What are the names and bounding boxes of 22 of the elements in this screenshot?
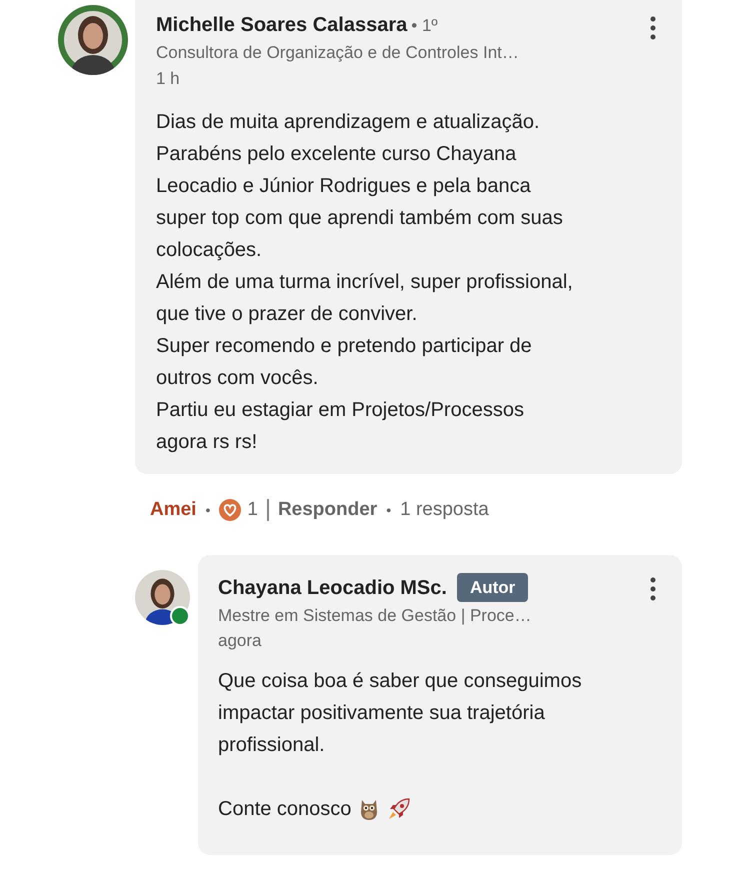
- reply-text: Conte conosco: [218, 796, 352, 822]
- comment-time: 1 h: [156, 68, 181, 90]
- reply-link[interactable]: Responder: [278, 496, 378, 524]
- reaction-link[interactable]: Amei: [150, 496, 196, 524]
- replies-count[interactable]: 1 resposta: [400, 496, 489, 524]
- reply-text: Que coisa boa é saber que conseguimos impactar positivamente sua trajetória profissional.: [218, 668, 582, 758]
- connection-degree: • 1º: [411, 15, 438, 37]
- separator-dot: •: [205, 500, 210, 520]
- author-name[interactable]: Chayana Leocadio MSc.: [218, 572, 447, 602]
- owl-icon: [359, 798, 380, 820]
- author-headline: Consultora de Organização e de Controles Int…: [156, 42, 519, 64]
- separator-dot: •: [386, 500, 392, 520]
- rocket-icon: [387, 796, 412, 820]
- heart-reaction-icon: [219, 499, 242, 522]
- author-headline: Mestre em Sistemas de Gestão | Proce…: [218, 604, 532, 627]
- more-options-icon[interactable]: [650, 576, 656, 600]
- author-badge: Autor: [456, 572, 528, 602]
- comment-text: Dias de muita aprendizagem e atualização. Parabéns pelo excelente curso Chayana Leocadio e Júnior Rodrigues e pela banca super top com que aprendi também com suas colocações. Além de uma turma incrível, super profissional, que tive o prazer de conviver. Super recomendo e pretendo participar de outros com vocês. Partiu eu estagiar em Projetos/Processos agora rs rs!: [156, 110, 574, 455]
- more-options-icon[interactable]: [650, 16, 656, 40]
- author-name[interactable]: Michelle Soares Calassara: [156, 10, 408, 40]
- reaction-count: 1: [247, 498, 258, 522]
- reply-time: agora: [218, 630, 262, 652]
